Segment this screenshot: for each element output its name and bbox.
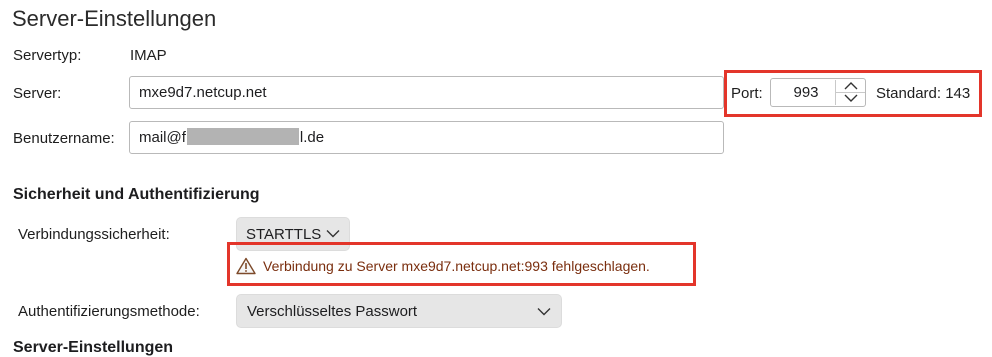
username-prefix: mail@f bbox=[139, 129, 186, 146]
warning-icon bbox=[236, 257, 256, 275]
chevron-up-icon bbox=[844, 82, 857, 90]
username-suffix: l.de bbox=[299, 129, 325, 146]
auth-method-label: Authentifizierungsmethode: bbox=[18, 303, 200, 320]
chevron-down-icon bbox=[844, 94, 857, 102]
connection-security-label: Verbindungssicherheit: bbox=[18, 226, 170, 243]
chevron-down-icon bbox=[326, 230, 340, 238]
server-input[interactable]: mxe9d7.netcup.net bbox=[129, 76, 724, 109]
auth-method-value: Verschlüsseltes Passwort bbox=[247, 303, 418, 320]
servertype-label: Servertyp: bbox=[13, 47, 82, 64]
port-default-label: Standard: 143 bbox=[876, 85, 971, 102]
connection-security-value: STARTTLS bbox=[246, 226, 322, 243]
chevron-down-icon bbox=[537, 308, 551, 316]
next-section-heading: Server-Einstellungen bbox=[13, 339, 174, 356]
port-stepper[interactable] bbox=[835, 80, 865, 105]
username-label: Benutzername: bbox=[13, 130, 115, 147]
connection-error-message: Verbindung zu Server mxe9d7.netcup.net:9… bbox=[263, 258, 650, 274]
security-section-heading: Sicherheit und Authentifizierung bbox=[13, 186, 260, 203]
page-title: Server-Einstellungen bbox=[12, 6, 217, 31]
port-input[interactable]: 993 bbox=[770, 78, 866, 107]
port-stepper-down-button[interactable] bbox=[836, 92, 865, 104]
port-value[interactable]: 993 bbox=[771, 79, 841, 106]
auth-method-popup[interactable]: Verschlüsseltes Passwort bbox=[236, 294, 562, 328]
server-label: Server: bbox=[13, 85, 62, 102]
username-input[interactable]: mail@f l.de bbox=[129, 121, 724, 154]
servertype-value: IMAP bbox=[130, 47, 167, 64]
port-label: Port: bbox=[731, 85, 763, 102]
redaction-bar bbox=[186, 128, 299, 145]
